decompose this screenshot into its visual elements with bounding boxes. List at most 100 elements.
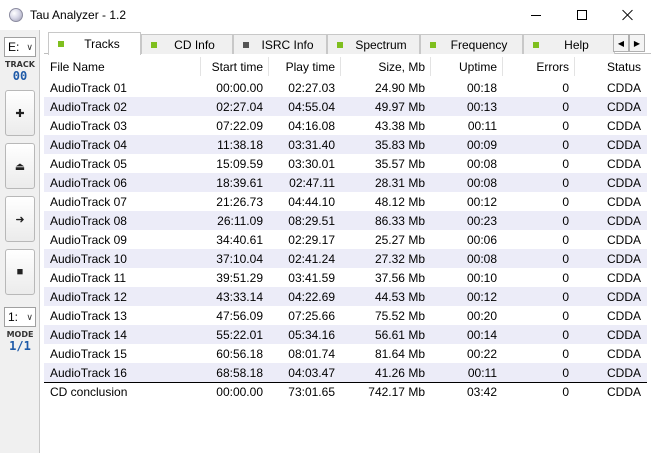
table-row[interactable]: AudioTrack 15 60:56.18 08:01.74 81.64 Mb 00:… <box>44 344 647 363</box>
table-row[interactable]: AudioTrack 08 26:11.09 08:29.51 86.33 Mb 00:… <box>44 211 647 230</box>
table-row[interactable]: AudioTrack 16 68:58.18 04:03.47 41.26 Mb 00:… <box>44 363 647 382</box>
table-row[interactable]: AudioTrack 10 37:10.04 02:41.24 27.32 Mb 00:… <box>44 249 647 268</box>
cell-start-time: 39:51.29 <box>216 270 263 285</box>
cell-file-name: AudioTrack 02 <box>50 99 127 114</box>
table-row[interactable]: AudioTrack 13 47:56.09 07:25.66 75.52 Mb 00:… <box>44 306 647 325</box>
table-row[interactable]: AudioTrack 14 55:22.01 05:34.16 56.61 Mb 00:… <box>44 325 647 344</box>
table-row[interactable]: AudioTrack 09 34:40.61 02:29.17 25.27 Mb 00:… <box>44 230 647 249</box>
drive-select[interactable]: E: ∨ <box>4 37 36 57</box>
cell-status: CDDA <box>606 175 641 190</box>
tab-frequency[interactable]: Frequency <box>420 34 523 54</box>
column-header-status[interactable]: Status <box>569 55 641 78</box>
stop-button[interactable]: ■ <box>5 249 35 295</box>
cell-play-time: 05:34.16 <box>288 327 335 342</box>
cell-uptime: 00:08 <box>466 175 497 190</box>
cell-size: 86.33 Mb <box>374 213 425 228</box>
add-button[interactable]: ✚ <box>5 90 35 136</box>
cell-uptime: 00:12 <box>466 194 497 209</box>
cell-play-time: 04:22.69 <box>288 289 335 304</box>
cell-status: CDDA <box>606 270 641 285</box>
cell-start-time: 34:40.61 <box>216 232 263 247</box>
cell-status: CDDA <box>606 308 641 323</box>
cell-size: 742.17 Mb <box>368 385 425 399</box>
table-row[interactable]: AudioTrack 04 11:38.18 03:31.40 35.83 Mb 00:… <box>44 135 647 154</box>
column-divider[interactable] <box>574 57 575 76</box>
cell-start-time: 37:10.04 <box>216 251 263 266</box>
cell-start-time: 47:56.09 <box>216 308 263 323</box>
mode-select[interactable]: 1: ∨ <box>4 307 36 327</box>
cell-size: 49.97 Mb <box>374 99 425 114</box>
cell-errors: 0 <box>562 346 569 361</box>
table-row[interactable]: AudioTrack 11 39:51.29 03:41.59 37.56 Mb 00:… <box>44 268 647 287</box>
column-header-size[interactable]: Size, Mb <box>335 55 425 78</box>
tab-spectrum[interactable]: Spectrum <box>327 34 420 54</box>
column-header-errors[interactable]: Errors <box>497 55 569 78</box>
tab-isrc-info[interactable]: ISRC Info <box>233 34 327 54</box>
tab-cd-info[interactable]: CD Info <box>141 34 233 54</box>
cell-file-name: AudioTrack 07 <box>50 194 127 209</box>
cell-play-time: 04:44.10 <box>288 194 335 209</box>
cell-errors: 0 <box>562 251 569 266</box>
cell-status: CDDA <box>606 232 641 247</box>
cell-play-time: 08:01.74 <box>288 346 335 361</box>
cell-size: 24.90 Mb <box>374 80 425 95</box>
cell-start-time: 60:56.18 <box>216 346 263 361</box>
column-divider[interactable] <box>502 57 503 76</box>
cell-play-time: 03:31.40 <box>288 137 335 152</box>
triangle-left-icon: ◀ <box>617 38 625 48</box>
cell-size: 35.83 Mb <box>374 137 425 152</box>
column-divider[interactable] <box>340 57 341 76</box>
table-row[interactable]: AudioTrack 12 43:33.14 04:22.69 44.53 Mb 00:… <box>44 287 647 306</box>
cell-play-time: 08:29.51 <box>288 213 335 228</box>
eject-icon: ⏏ <box>14 160 26 173</box>
column-divider[interactable] <box>268 57 269 76</box>
close-button[interactable] <box>605 0 651 30</box>
cell-file-name: AudioTrack 04 <box>50 137 127 152</box>
column-divider[interactable] <box>430 57 431 76</box>
table-row-total[interactable]: CD conclusion 00:00.00 73:01.65 742.17 Mb 03… <box>44 382 647 401</box>
table-row[interactable]: AudioTrack 05 15:09.59 03:30.01 35.57 Mb 00:… <box>44 154 647 173</box>
cell-play-time: 03:30.01 <box>288 156 335 171</box>
table-row[interactable]: AudioTrack 02 02:27.04 04:55.04 49.97 Mb 00:… <box>44 97 647 116</box>
cell-uptime: 00:11 <box>467 365 497 380</box>
cell-uptime: 00:12 <box>466 289 497 304</box>
cell-play-time: 02:29.17 <box>288 232 335 247</box>
cell-start-time: 68:58.18 <box>216 365 263 380</box>
tab-help[interactable]: Help <box>523 34 615 54</box>
cell-status: CDDA <box>606 99 641 114</box>
cell-status: CDDA <box>606 118 641 133</box>
table-row[interactable]: AudioTrack 06 18:39.61 02:47.11 28.31 Mb 00:… <box>44 173 647 192</box>
column-divider[interactable] <box>200 57 201 76</box>
tracks-table: File Name Start time Play time Size, Mb … <box>44 55 647 401</box>
column-header-play-time[interactable]: Play time <box>263 55 335 78</box>
cell-size: 28.31 Mb <box>374 175 425 190</box>
chevron-down-icon: ∨ <box>26 42 33 52</box>
cell-status: CDDA <box>606 137 641 152</box>
tab-scroll-left-button[interactable]: ◀ <box>613 34 629 52</box>
drive-select-value: E: <box>8 40 20 54</box>
cell-file-name: AudioTrack 06 <box>50 175 127 190</box>
cell-play-time: 02:41.24 <box>288 251 335 266</box>
cell-play-time: 07:25.66 <box>288 308 335 323</box>
cell-play-time: 03:41.59 <box>288 270 335 285</box>
cell-status: CDDA <box>606 194 641 209</box>
cell-size: 25.27 Mb <box>374 232 425 247</box>
tab-tracks[interactable]: Tracks <box>48 32 141 55</box>
eject-button[interactable]: ⏏ <box>5 143 35 189</box>
cell-uptime: 00:23 <box>466 213 497 228</box>
cell-uptime: 00:08 <box>466 156 497 171</box>
forward-button[interactable]: ➜ <box>5 196 35 242</box>
table-row[interactable]: AudioTrack 03 07:22.09 04:16.08 43.38 Mb 00:… <box>44 116 647 135</box>
minimize-button[interactable] <box>513 0 559 30</box>
cell-uptime: 00:14 <box>466 327 497 342</box>
table-row[interactable]: AudioTrack 07 21:26.73 04:44.10 48.12 Mb 00:… <box>44 192 647 211</box>
cell-start-time: 15:09.59 <box>216 156 263 171</box>
column-header-start-time[interactable]: Start time <box>200 55 263 78</box>
column-header-file-name[interactable]: File Name <box>50 55 200 78</box>
maximize-button[interactable] <box>559 0 605 30</box>
table-row[interactable]: AudioTrack 01 00:00.00 02:27.03 24.90 Mb 00:… <box>44 78 647 97</box>
cell-start-time: 55:22.01 <box>216 327 263 342</box>
cell-size: 37.56 Mb <box>374 270 425 285</box>
column-header-uptime[interactable]: Uptime <box>425 55 497 78</box>
tab-scroll-right-button[interactable]: ▶ <box>629 34 645 52</box>
